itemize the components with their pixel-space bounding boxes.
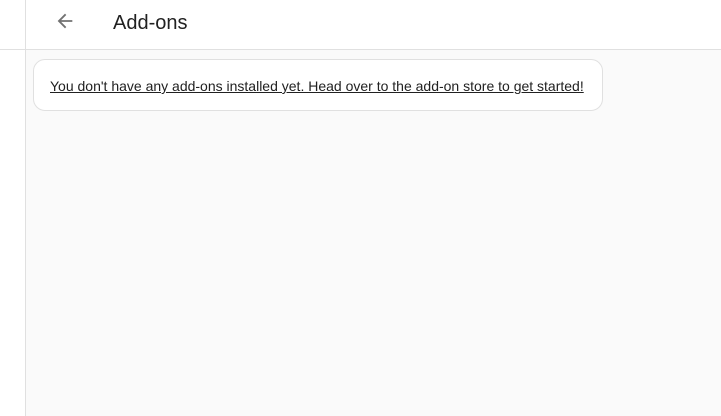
page-title: Add-ons xyxy=(113,12,188,34)
arrow-left-icon xyxy=(54,10,76,37)
top-app-bar: Add-ons xyxy=(26,0,721,50)
add-on-store-link[interactable]: You don't have any add-ons installed yet… xyxy=(50,78,584,94)
back-button[interactable] xyxy=(47,5,83,41)
app-window: Add-ons You don't have any add-ons insta… xyxy=(0,0,721,416)
main-content: You don't have any add-ons installed yet… xyxy=(26,50,721,416)
empty-state-card: You don't have any add-ons installed yet… xyxy=(33,59,603,111)
sidebar xyxy=(0,0,26,416)
sidebar-header xyxy=(0,0,25,50)
